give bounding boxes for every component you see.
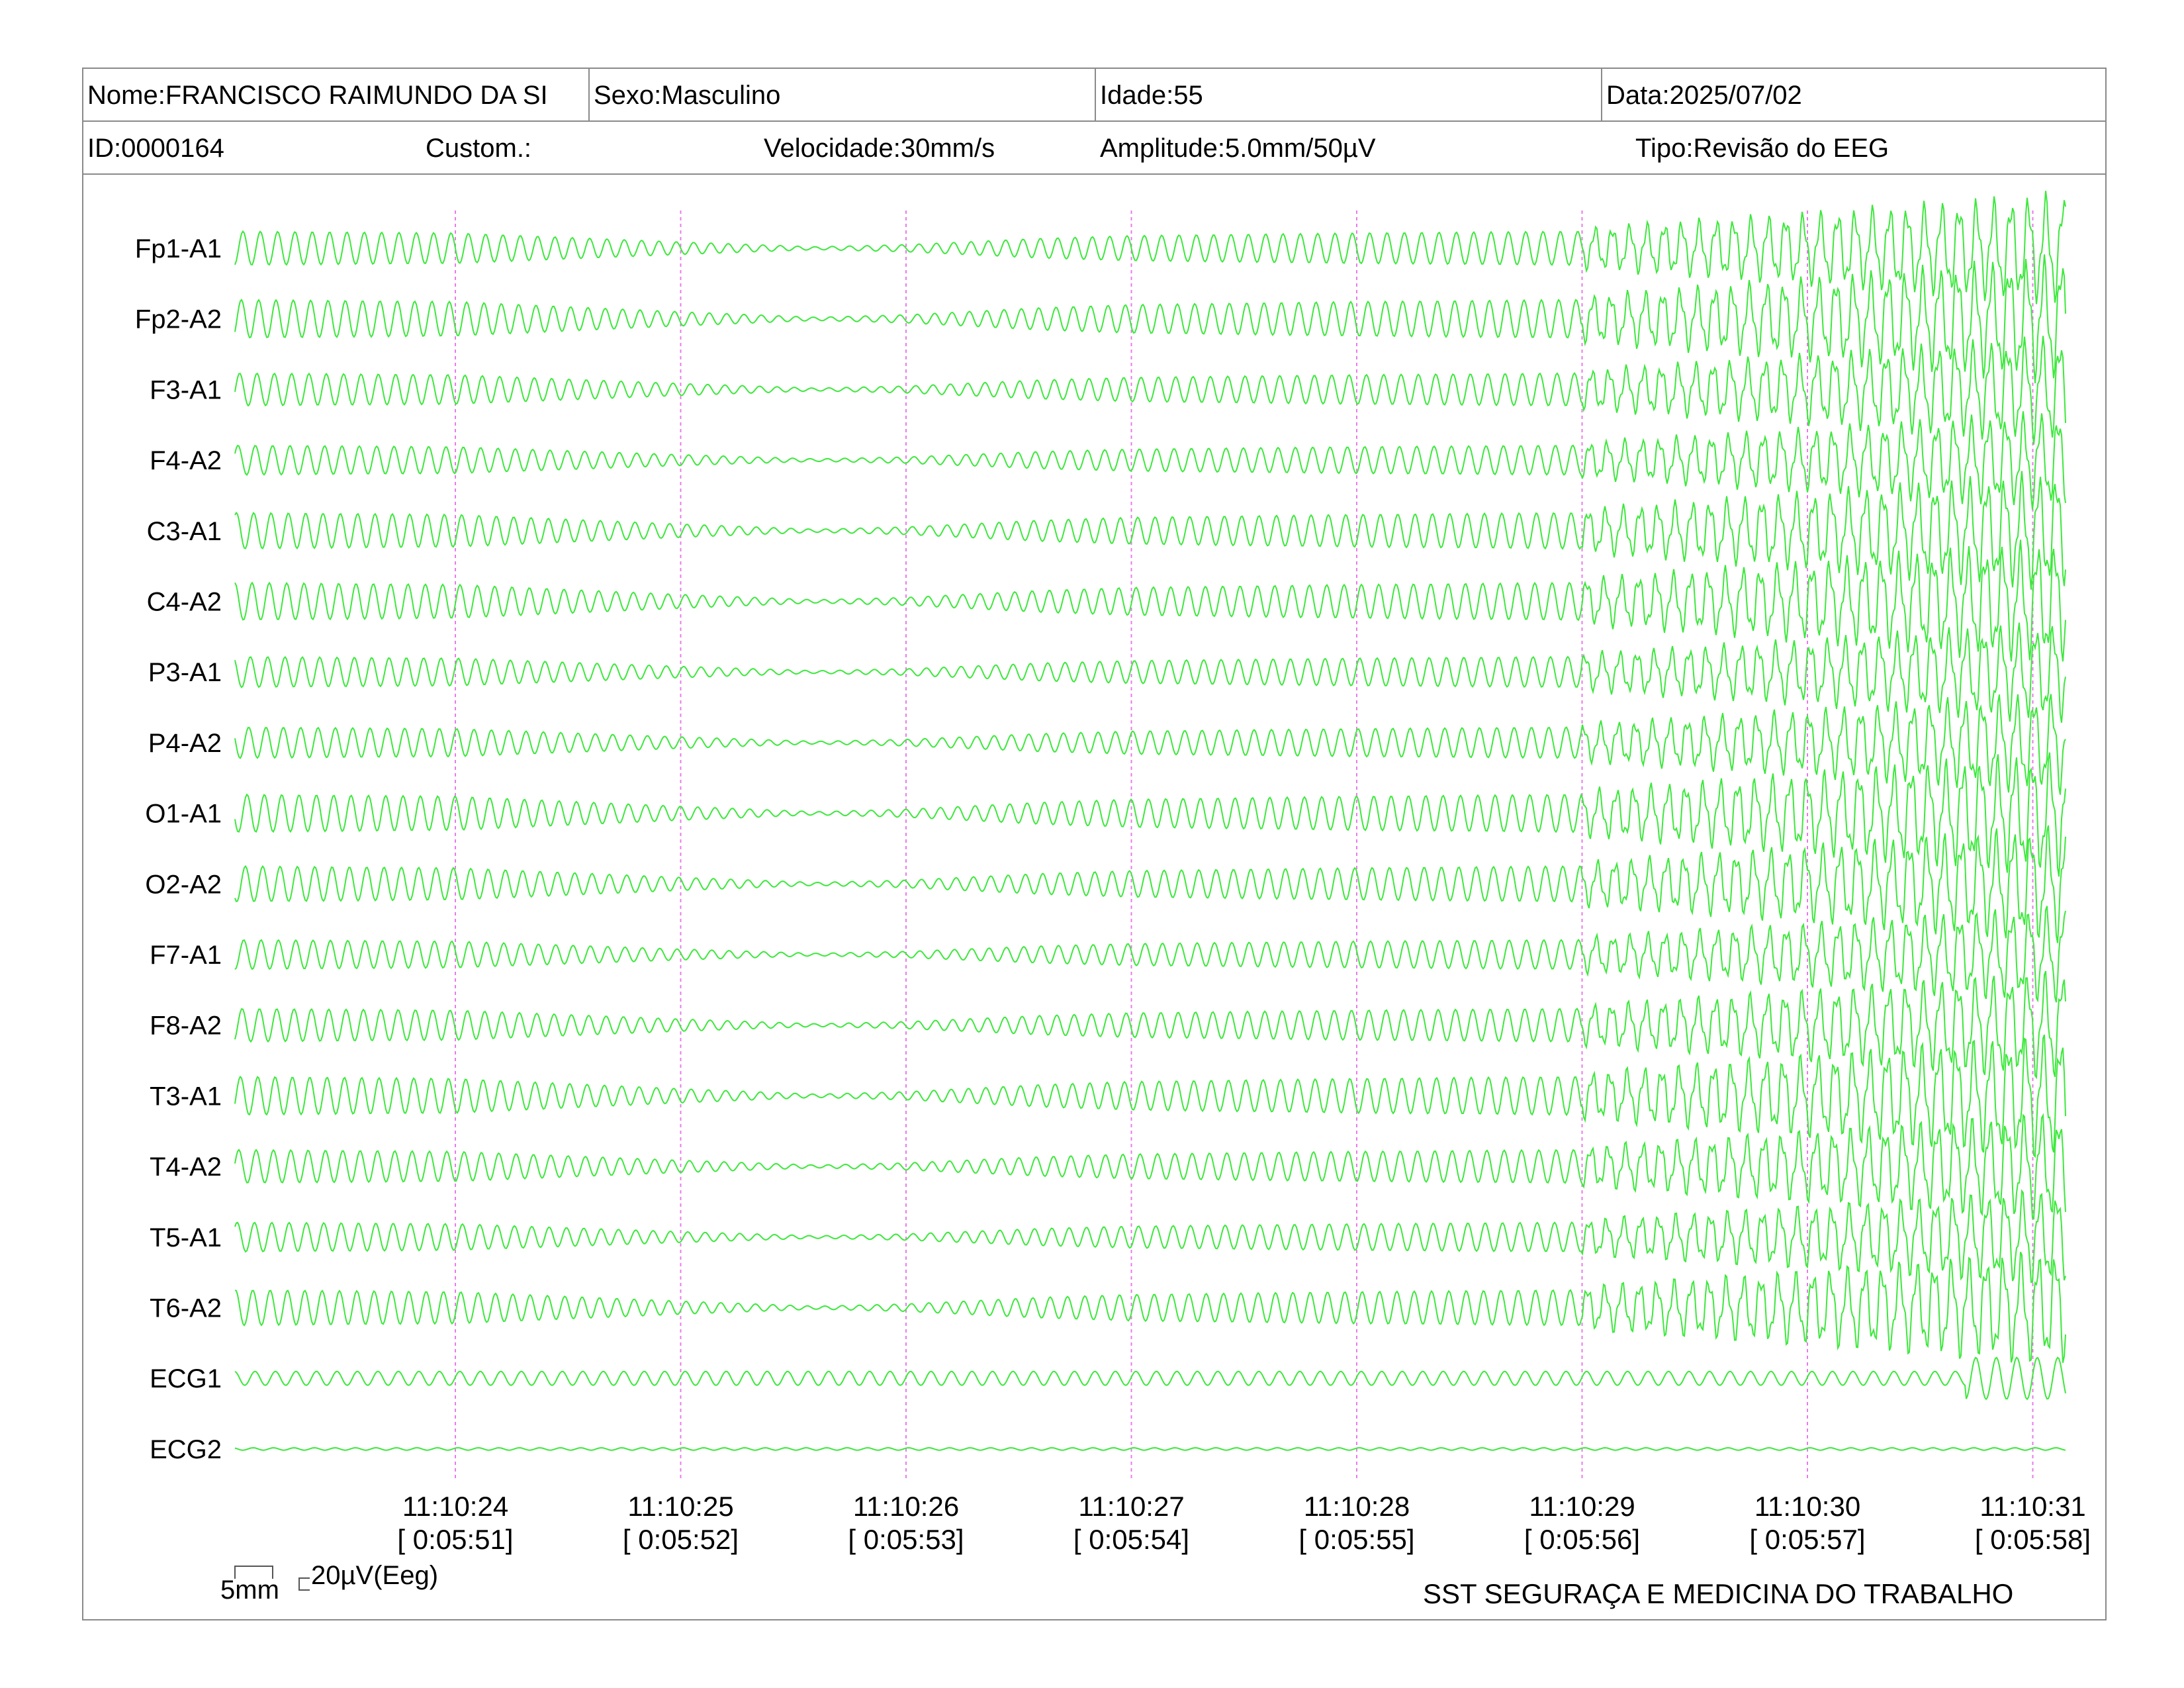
channel-trace <box>234 970 2066 1080</box>
time-tick-label: 11:10:25 <box>627 1491 733 1522</box>
channel-trace <box>234 1189 2066 1284</box>
channel-label: C4-A2 <box>147 588 222 617</box>
channel-trace <box>234 411 2066 510</box>
time-tick-label: 11:10:29 <box>1529 1491 1635 1522</box>
eeg-trace-plot: Fp1-A1 Fp2-A2 F3-A1 F4-A2 C3-A1 C4-A2 P3-A1 P4-… <box>135 191 2091 1591</box>
channel-trace <box>234 906 2066 1003</box>
elapsed-tick-label: [ 0:05:57] <box>1749 1524 1865 1555</box>
channel-trace <box>234 1356 2066 1401</box>
channel-trace <box>234 1447 2066 1451</box>
channel-trace <box>234 191 2066 305</box>
channel-label: ECG2 <box>150 1435 222 1464</box>
channel-label: Fp2-A2 <box>135 305 222 334</box>
channel-label: F3-A1 <box>150 375 222 404</box>
channel-label: O2-A2 <box>145 870 222 899</box>
channel-label: ECG1 <box>150 1364 222 1393</box>
clinic-name: SST SEGURAÇA E MEDICINA DO TRABALHO <box>1423 1578 2014 1609</box>
channel-trace <box>234 825 2066 943</box>
channel-trace <box>234 622 2066 723</box>
scale-uv-label: 20µV(Eeg) <box>311 1561 439 1590</box>
channel-label: T5-A1 <box>150 1223 222 1252</box>
channel-trace <box>234 1251 2066 1363</box>
time-tick-label: 11:10:30 <box>1754 1491 1860 1522</box>
channel-label: T6-A2 <box>150 1294 222 1323</box>
time-tick-label: 11:10:26 <box>853 1491 959 1522</box>
elapsed-tick-label: [ 0:05:56] <box>1524 1524 1640 1555</box>
channel-label: T3-A1 <box>150 1082 222 1111</box>
elapsed-tick-label: [ 0:05:53] <box>848 1524 964 1555</box>
channel-trace <box>234 539 2066 662</box>
elapsed-tick-label: [ 0:05:54] <box>1073 1524 1189 1555</box>
channel-trace <box>234 254 2066 383</box>
channel-label: O1-A1 <box>145 800 222 829</box>
elapsed-tick-label: [ 0:05:55] <box>1298 1524 1414 1555</box>
channel-label: P3-A1 <box>148 658 222 687</box>
scale-mm-label: 5mm <box>220 1575 279 1605</box>
channel-label: Fp1-A1 <box>135 234 222 263</box>
time-tick-label: 11:10:28 <box>1304 1491 1410 1522</box>
time-tick-label: 11:10:27 <box>1078 1491 1184 1522</box>
elapsed-tick-label: [ 0:05:52] <box>623 1524 739 1555</box>
scale-uv-bar <box>298 1577 310 1591</box>
channel-label: F7-A1 <box>150 941 222 970</box>
channel-trace <box>234 471 2066 590</box>
channel-label: P4-A2 <box>148 729 222 758</box>
channel-label: T4-A2 <box>150 1152 222 1182</box>
time-tick-label: 11:10:31 <box>1979 1491 2085 1522</box>
channel-trace <box>234 1113 2066 1220</box>
channel-label: F4-A2 <box>150 446 222 475</box>
channel-label: F8-A2 <box>150 1011 222 1041</box>
time-tick-label: 11:10:24 <box>402 1491 508 1522</box>
elapsed-tick-label: [ 0:05:51] <box>397 1524 513 1555</box>
channel-label: C3-A1 <box>147 517 222 546</box>
elapsed-tick-label: [ 0:05:58] <box>1975 1524 2091 1555</box>
